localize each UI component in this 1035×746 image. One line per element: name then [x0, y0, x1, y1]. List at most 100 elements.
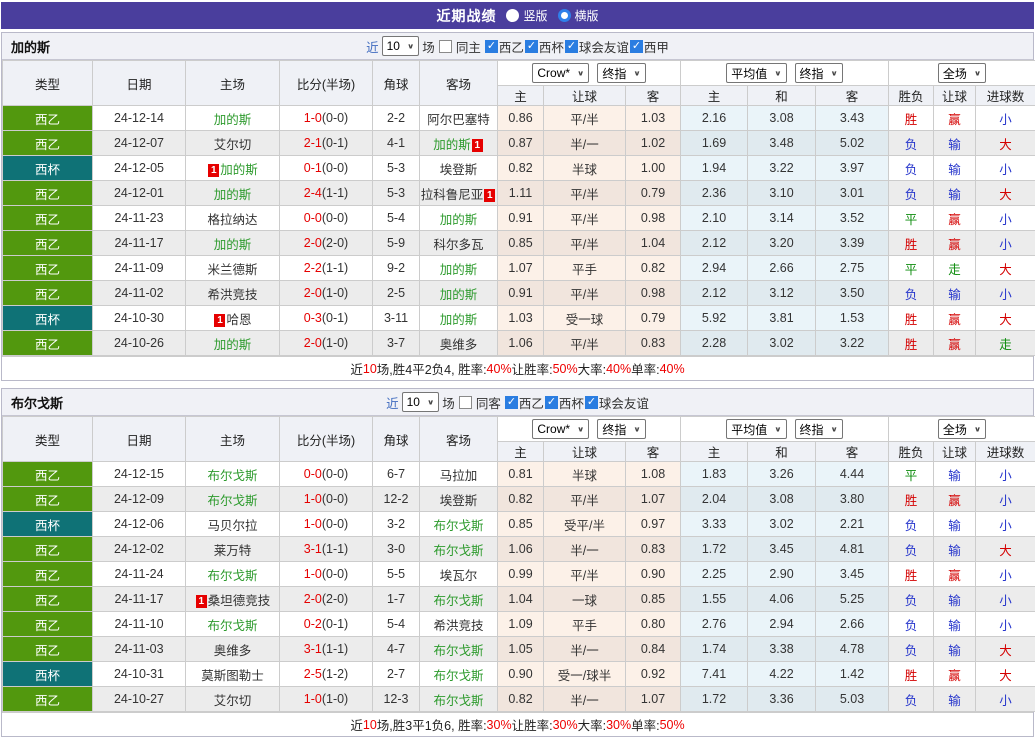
red-card-badge: 1 — [472, 139, 483, 152]
league-filter-checkbox[interactable] — [565, 40, 578, 53]
table-row: 西乙 24-12-14 加的斯 1-0(0-0) 2-2 阿尔巴塞特 0.86 … — [3, 106, 1035, 131]
half-time-score: (2-0) — [322, 236, 348, 250]
league-type-cell: 西乙 — [3, 331, 93, 356]
chevron-down-icon: ∨ — [407, 42, 414, 51]
league-type-cell: 西杯 — [3, 306, 93, 331]
full-time-select[interactable]: 全场∨ — [938, 63, 986, 83]
league-type-label: 西乙 — [35, 113, 60, 127]
layout-horizontal-radio[interactable]: 横版 — [558, 7, 599, 24]
avg-home-odds: 2.94 — [681, 256, 748, 281]
avg-home-odds: 2.36 — [681, 181, 748, 206]
avg-away-odds: 1.42 — [816, 662, 889, 687]
league-filter-checkbox[interactable] — [630, 40, 643, 53]
summary-segment: 场,胜3平1负6, 胜率: — [377, 715, 487, 734]
result-win-draw-lose: 负 — [889, 131, 934, 156]
chevron-down-icon: ∨ — [974, 425, 981, 434]
radio-icon[interactable] — [558, 9, 571, 22]
score-cell: 2-0(1-0) — [280, 281, 373, 306]
same-venue-checkbox[interactable] — [459, 396, 472, 409]
final-odds-select[interactable]: 终指∨ — [795, 419, 843, 439]
summary-segment: 30% — [553, 718, 578, 732]
bookmaker-select[interactable]: Crow*∨ — [532, 63, 589, 83]
matches-label: 场 — [422, 37, 435, 56]
league-filter-item: 西甲 — [629, 37, 669, 56]
same-venue-checkbox[interactable] — [439, 40, 452, 53]
match-count-select[interactable]: 10∨ — [402, 392, 440, 412]
crow-home-odds: 1.06 — [498, 331, 544, 356]
result-win-draw-lose: 负 — [889, 156, 934, 181]
league-type-cell: 西杯 — [3, 156, 93, 181]
league-filter-checkbox[interactable] — [505, 396, 518, 409]
match-date: 24-10-27 — [93, 687, 186, 712]
result-handicap: 赢 — [934, 662, 976, 687]
half-time-score: (0-0) — [322, 161, 348, 175]
average-select[interactable]: 平均值∨ — [726, 63, 786, 83]
avg-draw-odds: 2.94 — [748, 612, 816, 637]
home-team-name: 桑坦德竞技 — [208, 594, 271, 608]
result-goals: 小 — [976, 512, 1035, 537]
home-team-cell: 加的斯 — [186, 106, 280, 131]
league-type-cell: 西乙 — [3, 562, 93, 587]
average-select[interactable]: 平均值∨ — [726, 419, 786, 439]
home-team-name: 米兰德斯 — [207, 263, 257, 277]
league-type-cell: 西乙 — [3, 131, 93, 156]
match-count-select[interactable]: 10∨ — [382, 36, 420, 56]
league-type-label: 西乙 — [35, 138, 60, 152]
result-win-draw-lose: 平 — [889, 256, 934, 281]
bookmaker-select-group: Crow*∨ 终指∨ — [498, 61, 681, 86]
away-team-name: 布尔戈斯 — [433, 669, 483, 683]
league-type-cell: 西杯 — [3, 512, 93, 537]
final-odds-select[interactable]: 终指∨ — [597, 419, 645, 439]
half-time-score: (1-1) — [322, 261, 348, 275]
crow-handicap-line: 平/半 — [544, 181, 626, 206]
full-time-score: 2-0 — [304, 592, 322, 606]
league-filter-checkbox[interactable] — [525, 40, 538, 53]
result-goals: 小 — [976, 587, 1035, 612]
avg-away-odds: 1.53 — [816, 306, 889, 331]
home-team-name: 加的斯 — [214, 238, 252, 252]
result-goals: 小 — [976, 687, 1035, 712]
away-team-name: 科尔多瓦 — [433, 238, 483, 252]
final-odds-select[interactable]: 终指∨ — [795, 63, 843, 83]
summary-segment: 50% — [660, 718, 685, 732]
league-filter-label: 球会友谊 — [599, 393, 649, 412]
corner-count: 3-0 — [373, 537, 420, 562]
radio-icon[interactable] — [506, 9, 519, 22]
avg-away-odds: 3.01 — [816, 181, 889, 206]
result-handicap: 走 — [934, 256, 976, 281]
away-team-name: 布尔戈斯 — [433, 694, 483, 708]
avg-away-odds: 4.78 — [816, 637, 889, 662]
avg-draw-odds: 3.38 — [748, 637, 816, 662]
full-time-score: 3-1 — [304, 542, 322, 556]
away-team-name: 埃登斯 — [440, 494, 478, 508]
home-team-name: 哈恩 — [226, 313, 251, 327]
half-time-score: (1-1) — [322, 542, 348, 556]
league-filter-label: 西乙 — [499, 37, 524, 56]
league-filter-checkbox[interactable] — [485, 40, 498, 53]
layout-vertical-label: 竖版 — [523, 7, 547, 24]
final-odds-select[interactable]: 终指∨ — [597, 63, 645, 83]
crow-home-odds: 0.82 — [498, 487, 544, 512]
league-filter-checkbox[interactable] — [585, 396, 598, 409]
column-header-away: 客场 — [420, 417, 498, 462]
avg-home-odds: 1.72 — [681, 687, 748, 712]
crow-home-odds: 1.06 — [498, 537, 544, 562]
league-filter-item: 西杯 — [544, 393, 584, 412]
layout-vertical-radio[interactable]: 竖版 — [506, 7, 547, 24]
filter-bar: 近 10∨ 场 同主 西乙 西杯 球会友谊 西甲 — [366, 36, 669, 56]
result-goals: 小 — [976, 487, 1035, 512]
avg-draw-odds: 2.90 — [748, 562, 816, 587]
full-time-select[interactable]: 全场∨ — [938, 419, 986, 439]
league-filter-checkbox[interactable] — [545, 396, 558, 409]
section-header: 布尔戈斯 近 10∨ 场 同客 西乙 西杯 球会友谊 — [2, 389, 1033, 416]
bookmaker-select[interactable]: Crow*∨ — [532, 419, 589, 439]
away-team-cell: 阿尔巴塞特 — [420, 106, 498, 131]
away-team-cell: 埃登斯 — [420, 156, 498, 181]
home-team-cell: 希洪竞技 — [186, 281, 280, 306]
half-time-score: (1-0) — [322, 286, 348, 300]
league-type-label: 西乙 — [35, 288, 60, 302]
results-table: 类型 日期 主场 比分(半场) 角球 客场 Crow*∨ 终指∨ 平均值∨ 终指… — [2, 416, 1035, 712]
crow-away-odds: 0.97 — [626, 512, 681, 537]
half-time-score: (1-0) — [322, 692, 348, 706]
crow-away-odds: 0.83 — [626, 331, 681, 356]
